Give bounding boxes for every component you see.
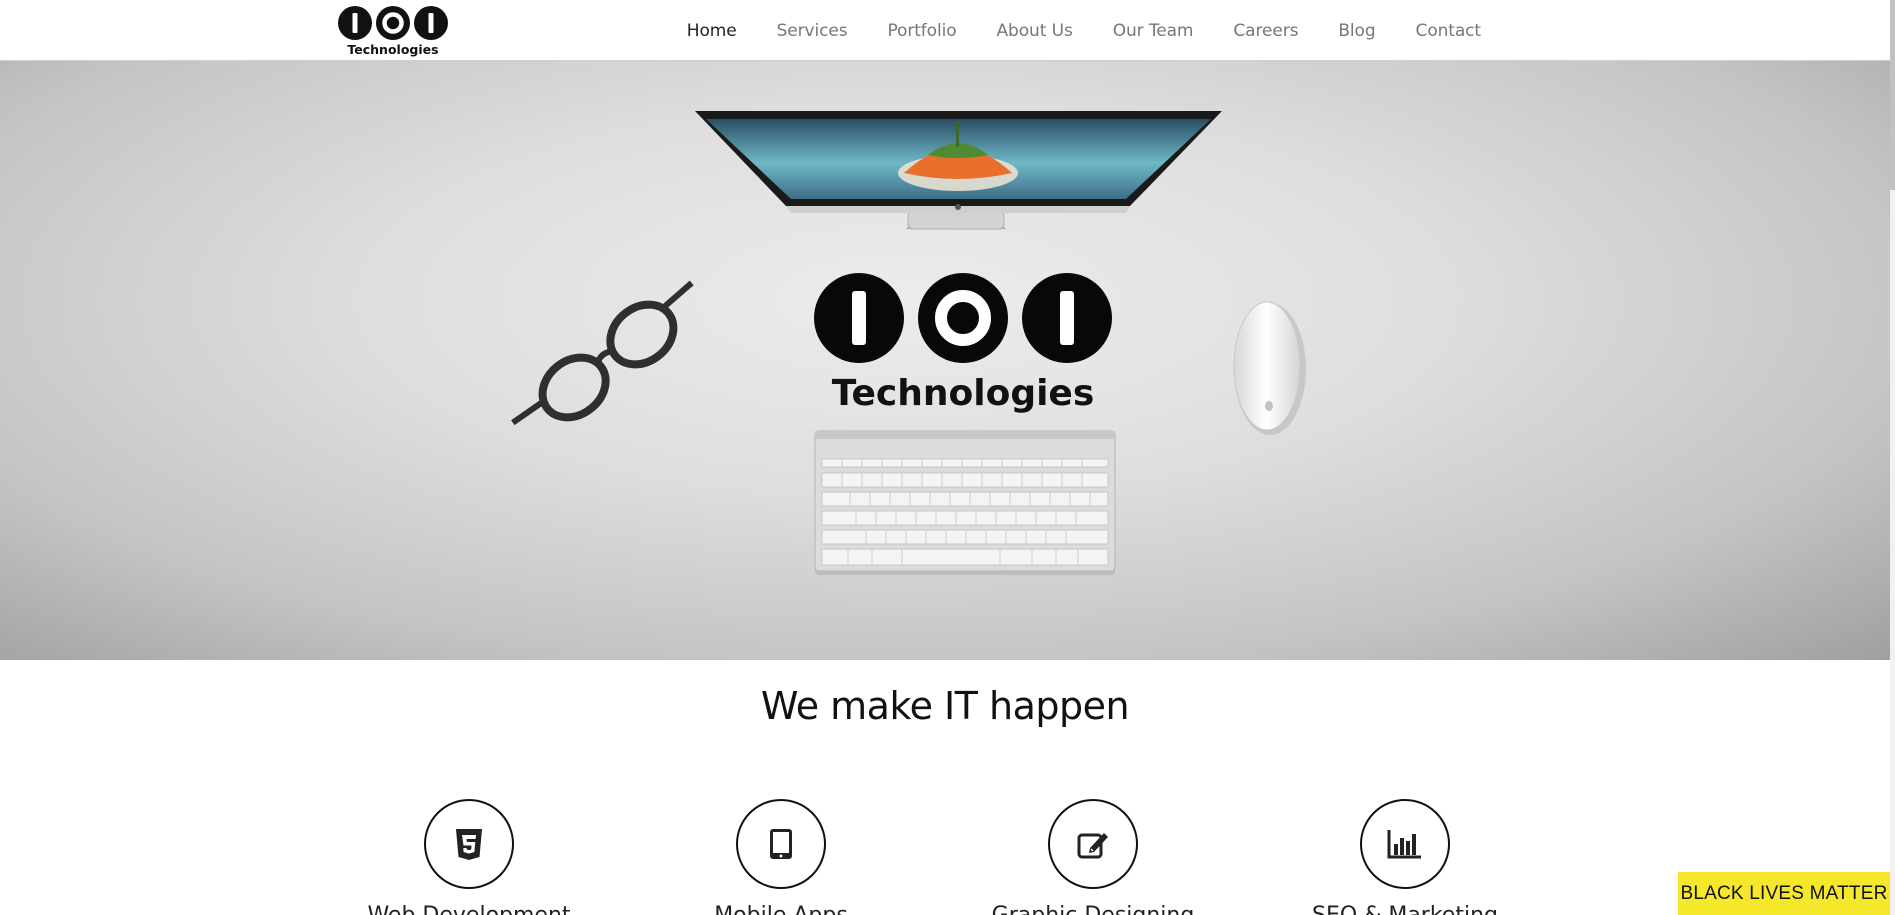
monitor-image: [695, 111, 1222, 230]
service-label: Mobile Apps: [651, 903, 911, 915]
hero-logo-wordmark: Technologies: [832, 373, 1095, 414]
nav-home[interactable]: Home: [687, 21, 737, 41]
main-nav: Home Services Portfolio About Us Our Tea…: [687, 0, 1481, 61]
service-mobile-circle[interactable]: [736, 799, 826, 889]
page-scrollbar[interactable]: [1890, 0, 1895, 915]
tablet-icon: [770, 829, 792, 859]
hero-banner: Technologies: [0, 61, 1890, 660]
service-design-circle[interactable]: [1048, 799, 1138, 889]
html5-icon: [456, 829, 482, 860]
mouse-image: [1233, 301, 1306, 435]
service-seo-circle[interactable]: [1360, 799, 1450, 889]
scrollbar-thumb[interactable]: [1890, 0, 1895, 190]
site-header: Technologies Home Services Portfolio Abo…: [0, 0, 1890, 61]
nav-blog[interactable]: Blog: [1338, 21, 1375, 41]
blm-banner[interactable]: BLACK LIVES MATTER: [1678, 872, 1890, 915]
nav-contact[interactable]: Contact: [1416, 21, 1482, 41]
service-label: SEO & Marketing: [1275, 903, 1535, 915]
nav-services[interactable]: Services: [777, 21, 848, 41]
page-headline: We make IT happen: [760, 684, 1130, 728]
service-label: Web Development: [339, 903, 599, 915]
keyboard-image: [814, 430, 1116, 575]
service-label: Graphic Designing: [963, 903, 1223, 915]
edit-icon: [1077, 833, 1108, 859]
nav-portfolio[interactable]: Portfolio: [887, 21, 956, 41]
nav-careers[interactable]: Careers: [1233, 21, 1298, 41]
bar-chart-icon: [1387, 830, 1421, 859]
logo-mark: Technologies: [338, 6, 448, 57]
hero-logo: Technologies: [814, 273, 1112, 414]
nav-our-team[interactable]: Our Team: [1113, 21, 1194, 41]
nav-about-us[interactable]: About Us: [997, 21, 1073, 41]
glasses-image: [511, 280, 694, 426]
site-logo[interactable]: Technologies: [338, 6, 448, 58]
logo-wordmark: Technologies: [347, 42, 438, 57]
service-web-circle[interactable]: [424, 799, 514, 889]
